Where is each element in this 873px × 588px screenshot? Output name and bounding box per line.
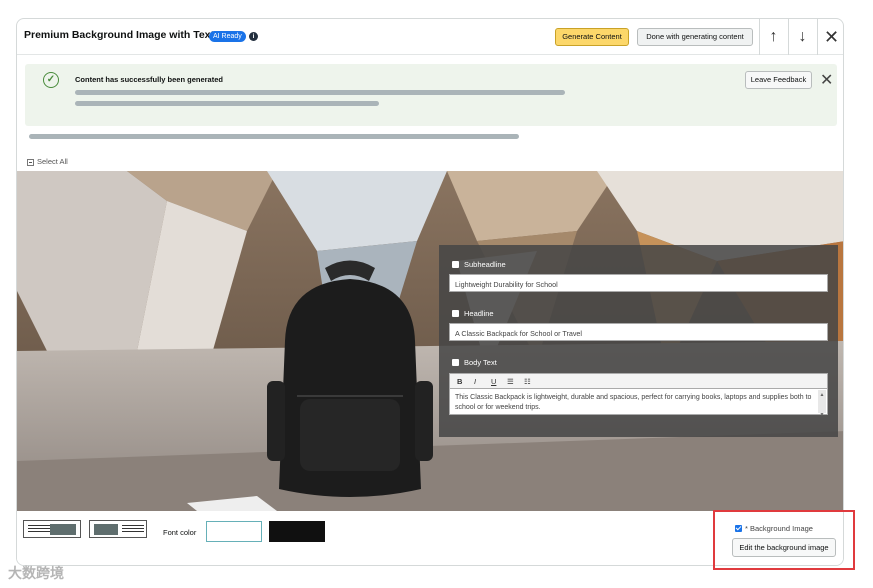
- underline-icon[interactable]: U: [491, 377, 496, 386]
- module-title: Premium Background Image with Text: [24, 29, 215, 41]
- headline-checkbox[interactable]: Headline: [452, 309, 494, 318]
- text-overlay-panel: Subheadline Lightweight Durability for S…: [439, 245, 838, 437]
- subheadline-label: Subheadline: [464, 260, 506, 269]
- select-all-toggle[interactable]: Select All: [27, 157, 68, 166]
- editor-scrollbar[interactable]: ▲ ▼: [818, 390, 826, 418]
- subheadline-input[interactable]: Lightweight Durability for School: [449, 274, 828, 292]
- layout-text-left-option[interactable]: [23, 520, 81, 538]
- background-image-label: * Background Image: [745, 524, 813, 533]
- bullet-list-icon[interactable]: ☰: [507, 377, 514, 386]
- font-color-black-swatch[interactable]: [269, 521, 325, 542]
- font-color-label: Font color: [163, 528, 197, 537]
- skeleton-line: [75, 101, 379, 106]
- body-text-editor[interactable]: This Classic Backpack is lightweight, du…: [449, 388, 828, 418]
- generate-content-button[interactable]: Generate Content: [555, 28, 629, 46]
- numbered-list-icon[interactable]: ☷: [524, 377, 531, 386]
- background-image-checkbox[interactable]: * Background Image: [735, 524, 813, 533]
- body-text-label: Body Text: [464, 358, 497, 367]
- body-text-value: This Classic Backpack is lightweight, du…: [455, 394, 812, 411]
- skeleton-line: [29, 134, 519, 139]
- close-module-icon[interactable]: ✕: [817, 19, 843, 55]
- skeleton-line: [75, 90, 565, 95]
- leave-feedback-button[interactable]: Leave Feedback: [745, 71, 812, 89]
- card-header: Premium Background Image with Text AI Re…: [17, 19, 843, 55]
- edit-background-image-button[interactable]: Edit the background image: [732, 538, 836, 557]
- rich-text-toolbar: B I U ☰ ☷: [449, 373, 828, 388]
- italic-icon[interactable]: I: [474, 377, 476, 386]
- body-text-checkbox[interactable]: Body Text: [452, 358, 497, 367]
- layout-text-right-option[interactable]: [89, 520, 147, 538]
- success-alert: ✓ Content has successfully been generate…: [25, 64, 837, 126]
- font-color-white-swatch[interactable]: [206, 521, 262, 542]
- subheadline-checkbox[interactable]: Subheadline: [452, 260, 506, 269]
- minus-checkbox-icon: [27, 158, 34, 166]
- content-card: Premium Background Image with Text AI Re…: [16, 18, 844, 566]
- headline-input[interactable]: A Classic Backpack for School or Travel: [449, 323, 828, 341]
- bold-icon[interactable]: B: [457, 377, 462, 386]
- alert-message: Content has successfully been generated: [75, 75, 223, 84]
- info-icon[interactable]: i: [249, 32, 258, 41]
- headline-label: Headline: [464, 309, 494, 318]
- ai-ready-badge: AI Ready: [209, 31, 246, 42]
- select-all-label: Select All: [37, 157, 68, 166]
- done-generating-button[interactable]: Done with generating content: [637, 28, 753, 46]
- move-up-icon[interactable]: ↑: [759, 19, 787, 55]
- check-circle-icon: ✓: [43, 72, 59, 88]
- move-down-icon[interactable]: ↓: [788, 19, 816, 55]
- close-alert-icon[interactable]: ✕: [820, 70, 833, 90]
- watermark-logo: 大数跨境: [8, 565, 64, 581]
- background-image-preview: Subheadline Lightweight Durability for S…: [17, 171, 843, 511]
